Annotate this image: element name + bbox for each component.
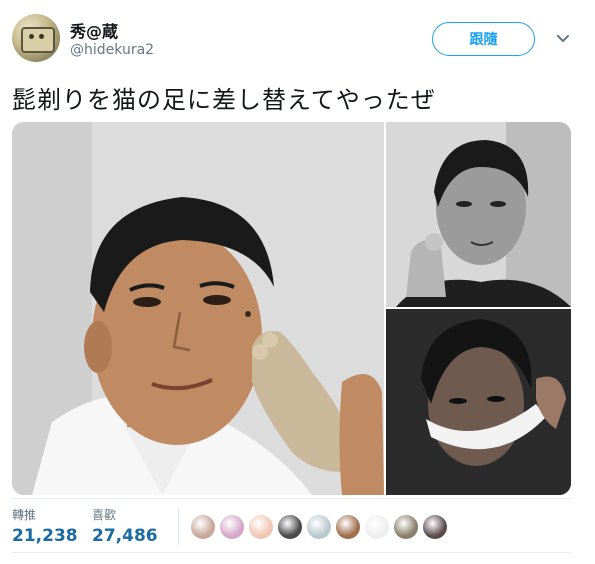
tweet-photo-1[interactable] — [12, 122, 384, 495]
liker-avatar[interactable] — [364, 514, 390, 540]
like-stat[interactable]: 喜歡 27,486 — [92, 506, 158, 546]
like-count: 27,486 — [92, 526, 158, 546]
tweet-header: 秀@蔵 @hidekura2 跟隨 — [12, 14, 584, 64]
avatar-face-shape — [21, 27, 55, 53]
chevron-down-icon[interactable] — [556, 32, 570, 46]
follow-button[interactable]: 跟隨 — [432, 22, 535, 56]
retweet-count: 21,238 — [12, 526, 78, 546]
tweet-text: 髭剃りを猫の足に差し替えてやったぜ — [12, 86, 436, 114]
tweet-stats: 轉推 21,238 喜歡 27,486 — [12, 506, 584, 550]
divider-top — [12, 498, 571, 499]
liker-avatar[interactable] — [219, 514, 245, 540]
user-handle[interactable]: @hidekura2 — [70, 42, 154, 58]
liker-avatar[interactable] — [277, 514, 303, 540]
retweet-label: 轉推 — [12, 508, 37, 522]
liker-avatar[interactable] — [306, 514, 332, 540]
liker-avatar[interactable] — [248, 514, 274, 540]
divider-bottom — [12, 552, 571, 553]
liker-avatar[interactable] — [393, 514, 419, 540]
tweet-media-grid — [12, 122, 571, 495]
like-label: 喜歡 — [92, 508, 117, 522]
avatar[interactable] — [12, 14, 60, 62]
photo-1-illustration — [12, 122, 384, 495]
photo-2-illustration — [386, 122, 571, 307]
retweet-stat[interactable]: 轉推 21,238 — [12, 506, 78, 546]
liker-avatar[interactable] — [422, 514, 448, 540]
liker-avatar[interactable] — [335, 514, 361, 540]
photo-3-illustration — [386, 309, 571, 495]
tweet-photo-3[interactable] — [386, 309, 571, 495]
liker-avatar[interactable] — [190, 514, 216, 540]
tweet-photo-2[interactable] — [386, 122, 571, 307]
display-name[interactable]: 秀@蔵 — [70, 18, 118, 42]
avatar-eye-right — [39, 34, 44, 39]
stats-divider — [178, 508, 179, 546]
avatar-eye-left — [29, 34, 34, 39]
